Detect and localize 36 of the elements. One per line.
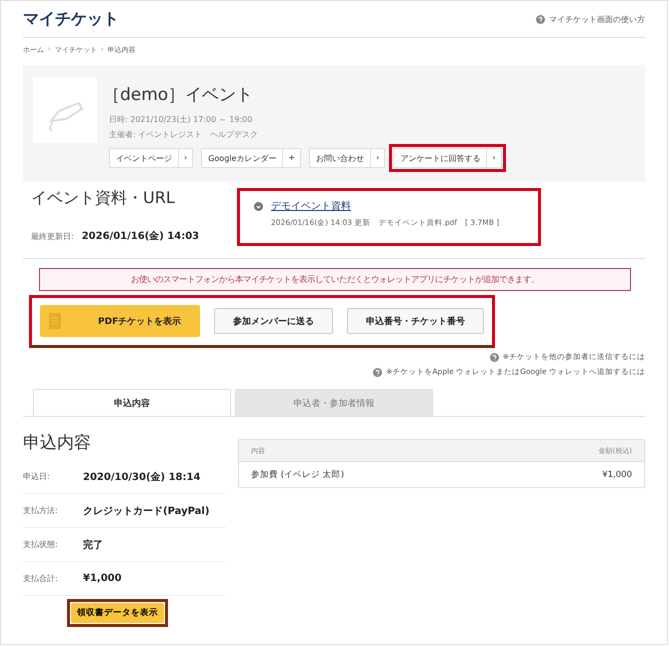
field-value: ¥1,000: [83, 573, 122, 584]
wallet-notice: お使いのスマートフォンから本マイチケットを表示していただくとウォレットアプリにチケットが追加できます。: [39, 268, 631, 291]
ticket-action-button[interactable]: PDFチケットを表示: [40, 305, 200, 337]
help-icon: [373, 368, 382, 376]
field-label: 支払合計:: [23, 573, 59, 584]
field-label: 支払状態:: [23, 539, 59, 550]
field-label: 支払方法:: [23, 505, 59, 516]
event-link-button[interactable]: お問い合わせ ›: [309, 148, 386, 168]
field-label: 最終更新日:: [31, 231, 74, 242]
event-title: ［demo］イベント: [103, 84, 254, 106]
field-value: 2020/10/30(金) 18:14: [83, 470, 200, 484]
help-icon: [490, 352, 499, 362]
event-organizer: 主催者: イベントレジスト ヘルプデスク: [109, 129, 260, 141]
help-link[interactable]: マイチケット画面の使い方: [536, 14, 645, 24]
event-date: 日時: 2021/10/23(土) 17:00 ～ 19:00: [109, 114, 254, 126]
table-cell: ¥1,000: [602, 470, 632, 480]
field-value: 2026/01/16(金) 14:03: [82, 230, 200, 243]
event-link-button[interactable]: イベントページ ›: [109, 148, 194, 168]
file-link[interactable]: デモイベント資料: [271, 199, 500, 213]
tab[interactable]: 申込者・参加者情報: [235, 389, 433, 416]
help-icon: [536, 14, 545, 24]
placeholder-image-icon: [33, 77, 97, 143]
receipt-button[interactable]: 領収書データを表示: [71, 603, 164, 623]
ticket-action-button[interactable]: 参加メンバーに送る: [214, 308, 333, 334]
ticket-action-button[interactable]: 申込番号・チケット番号: [347, 308, 484, 334]
section-heading: イベント資料・URL: [31, 188, 176, 209]
tab[interactable]: 申込内容: [33, 389, 231, 416]
event-link-button[interactable]: Googleカレンダー +: [201, 148, 302, 168]
field-value: クレジットカード(PayPal): [83, 504, 210, 518]
page-title: マイチケット: [23, 8, 119, 30]
event-link-button[interactable]: アンケートに回答する ›: [393, 148, 502, 168]
field-value: 完了: [83, 538, 103, 552]
field-label: 申込日:: [23, 471, 51, 482]
download-icon: [254, 202, 263, 211]
table-cell: 参加費 (イベレジ 太郎): [251, 468, 344, 480]
section-heading: 申込内容: [23, 432, 92, 454]
